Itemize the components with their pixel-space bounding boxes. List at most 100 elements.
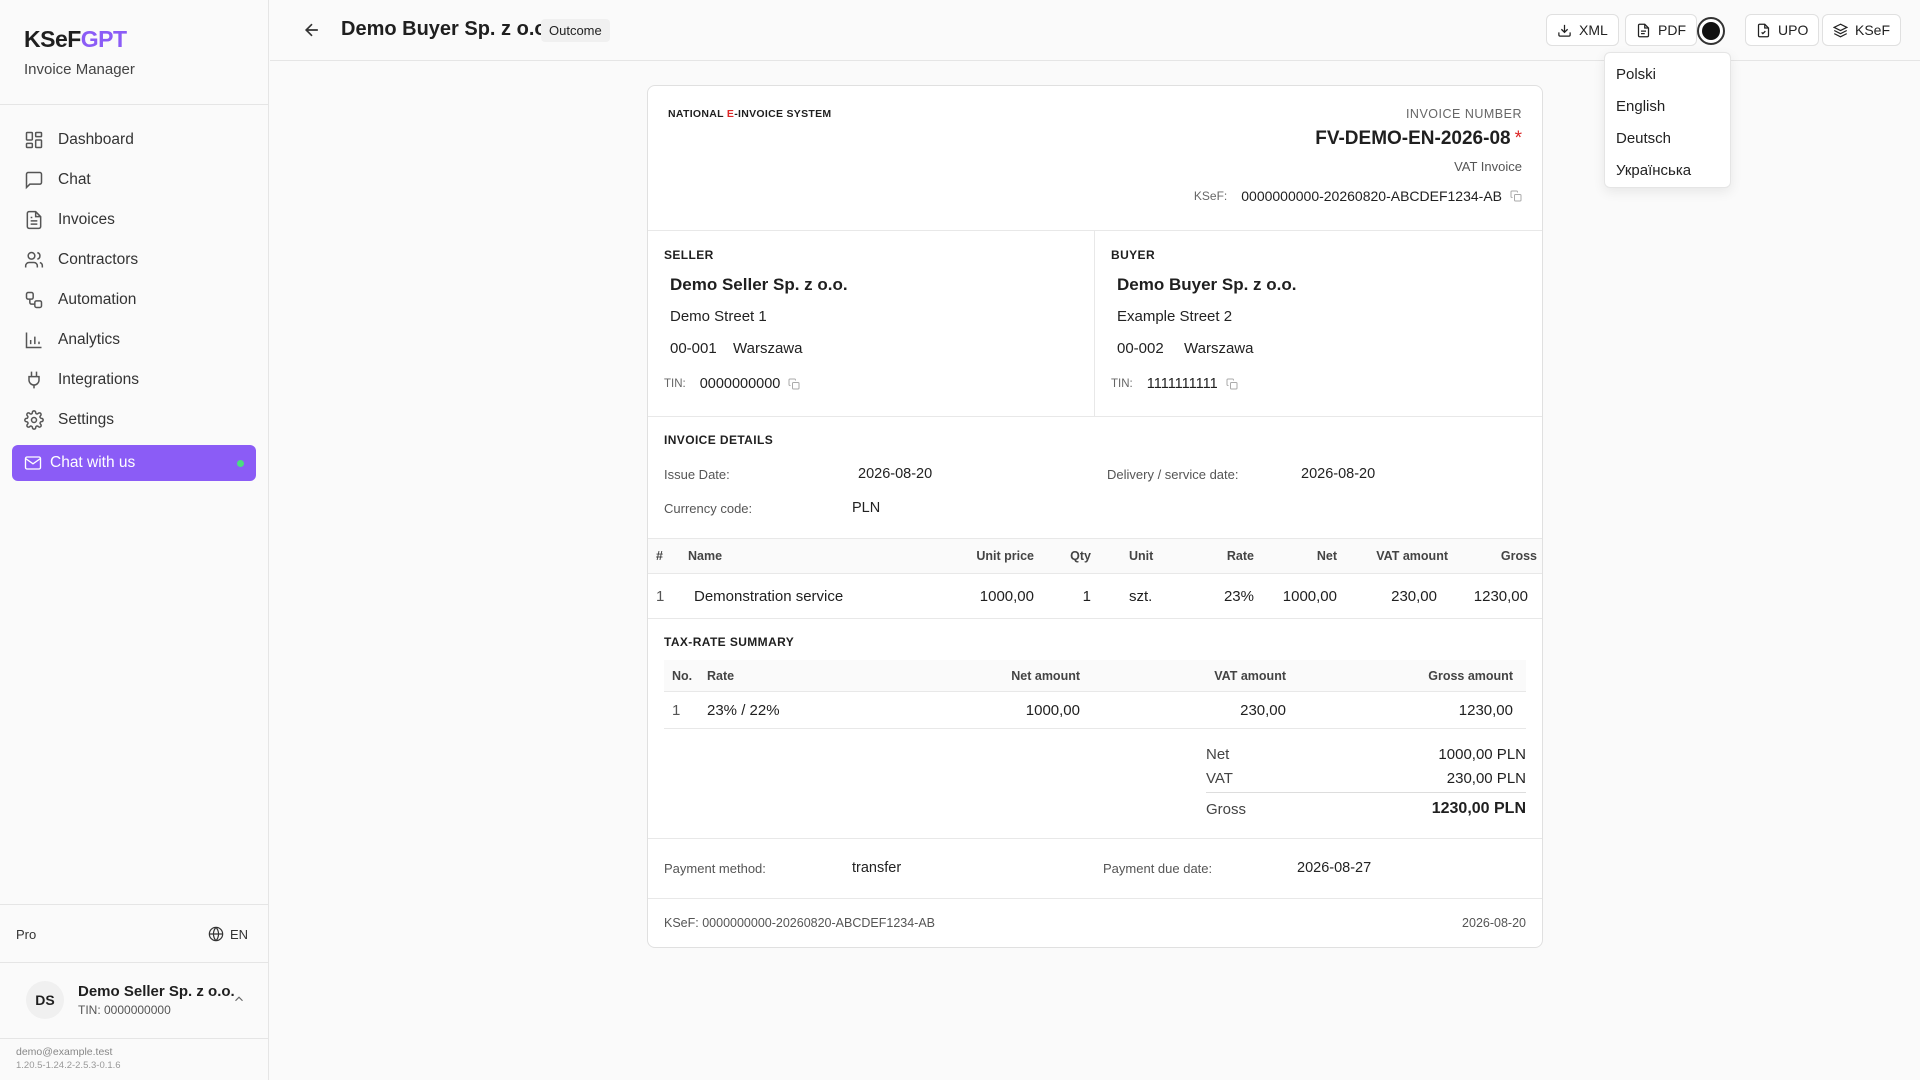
invoice-icon xyxy=(26,210,42,230)
payment-due-date: 2026-08-27 xyxy=(1297,860,1372,876)
pdf-label: PDF xyxy=(1658,22,1686,38)
ksef-label: KSeF xyxy=(1855,22,1891,38)
ksef-label: KSeF: xyxy=(1193,189,1228,203)
sidebar-item-label: Dashboard xyxy=(58,131,134,148)
system-header: NATIONAL E-INVOICE SYSTEM xyxy=(668,108,831,120)
sidebar-item-invoices[interactable]: Invoices xyxy=(12,200,256,240)
chevron-up-icon xyxy=(235,996,243,1002)
download-xml-button[interactable]: XML xyxy=(1546,14,1619,46)
sidebar-item-automation[interactable]: Automation xyxy=(12,280,256,320)
moon-icon xyxy=(1702,22,1720,40)
ksef-number: 0000000000-20260820-ABCDEF1234-AB xyxy=(1241,188,1502,204)
invoice-number-label: INVOICE NUMBER xyxy=(1405,107,1522,121)
user-name: Demo Seller Sp. z o.o. xyxy=(78,983,235,1000)
sidebar: KSeFGPT Invoice Manager Dashboard Chat I… xyxy=(0,0,269,1080)
invoice-type: VAT Invoice xyxy=(1454,159,1522,174)
col-header-rate: Rate xyxy=(1226,549,1254,563)
sidebar-item-label: Automation xyxy=(58,291,137,308)
user-account-menu[interactable]: DS Demo Seller Sp. z o.o. TIN: 000000000… xyxy=(12,974,256,1026)
buyer-city: Warszawa xyxy=(1184,340,1254,357)
status-badge: Outcome xyxy=(541,19,610,42)
buyer-street: Example Street 2 xyxy=(1117,308,1233,325)
file-check-icon xyxy=(1757,23,1770,37)
bar-chart-icon xyxy=(25,332,42,349)
language-option-ukrainian[interactable]: Українська xyxy=(1605,154,1730,186)
seller-city: Warszawa xyxy=(733,340,803,357)
plan-row: Pro EN xyxy=(16,922,248,946)
seller-street: Demo Street 1 xyxy=(670,308,767,325)
total-net-label: Net xyxy=(1206,746,1230,763)
item-vat: 230,00 xyxy=(1391,587,1437,605)
total-gross: 1230,00 PLN xyxy=(1431,800,1526,817)
col-header-net: Net xyxy=(1316,549,1337,563)
sidebar-nav: Dashboard Chat Invoices Contractors Auto… xyxy=(12,120,256,440)
item-no: 1 xyxy=(656,587,665,605)
language-option-english[interactable]: English xyxy=(1605,90,1730,122)
upo-button[interactable]: UPO xyxy=(1745,14,1820,46)
copy-icon[interactable] xyxy=(1226,378,1238,390)
sidebar-item-analytics[interactable]: Analytics xyxy=(12,320,256,360)
plan-label: Pro xyxy=(16,926,37,942)
summary-gross: 1230,00 xyxy=(1458,701,1513,719)
copy-icon[interactable] xyxy=(1510,190,1522,202)
ksef-button[interactable]: KSeF xyxy=(1822,14,1902,46)
item-unit-price: 1000,00 xyxy=(979,587,1034,605)
user-tin: TIN: 0000000000 xyxy=(78,1003,171,1017)
copy-icon[interactable] xyxy=(788,378,800,390)
gear-icon xyxy=(24,410,44,430)
invoice-card: NATIONAL E-INVOICE SYSTEM INVOICE NUMBER… xyxy=(647,85,1543,948)
total-vat: 230,00 PLN xyxy=(1446,770,1526,787)
item-rate: 23% xyxy=(1223,587,1254,605)
app-logo[interactable]: KSeFGPT xyxy=(24,26,135,53)
chat-with-us-label: Chat with us xyxy=(50,454,136,471)
back-arrow-icon[interactable] xyxy=(302,20,322,40)
chat-with-us-button[interactable]: Chat with us xyxy=(12,445,256,481)
item-gross: 1230,00 xyxy=(1473,587,1528,605)
ksef-number-row: KSeF: 0000000000-20260820-ABCDEF1234-AB xyxy=(1194,188,1522,204)
language-option-polski[interactable]: Polski xyxy=(1605,58,1730,90)
language-option-deutsch[interactable]: Deutsch xyxy=(1605,122,1730,154)
buyer-name: Demo Buyer Sp. z o.o. xyxy=(1117,275,1297,294)
total-vat-label: VAT xyxy=(1206,770,1233,787)
col-header-vat-amount: VAT amount xyxy=(1214,668,1286,683)
language-code: EN xyxy=(229,926,248,942)
download-icon xyxy=(1558,24,1571,37)
currency-label: Currency code: xyxy=(664,501,753,516)
chat-icon xyxy=(25,171,43,190)
summary-no: 1 xyxy=(672,701,681,719)
sidebar-divider xyxy=(0,904,268,905)
workflow-icon xyxy=(25,291,43,309)
user-email: demo@example.test xyxy=(16,1046,113,1058)
sidebar-item-contractors[interactable]: Contractors xyxy=(12,240,256,280)
sidebar-item-label: Integrations xyxy=(58,371,139,388)
sidebar-item-label: Chat xyxy=(58,171,91,188)
sidebar-item-settings[interactable]: Settings xyxy=(12,400,256,440)
divider xyxy=(648,838,1542,839)
divider xyxy=(648,230,1542,231)
table-row: 1 23% / 22% 1000,00 230,00 1230,00 xyxy=(664,692,1526,729)
mail-icon xyxy=(24,456,42,470)
seller-tin-row: TIN: 0000000000 xyxy=(664,376,800,392)
tin-label: TIN: xyxy=(664,378,686,390)
sidebar-item-chat[interactable]: Chat xyxy=(12,160,256,200)
brand: KSeFGPT Invoice Manager xyxy=(24,26,135,78)
theme-toggle-button[interactable] xyxy=(1697,17,1725,45)
sidebar-item-label: Invoices xyxy=(58,211,115,228)
language-switcher[interactable]: EN xyxy=(208,926,248,942)
brand-accent-text: GPT xyxy=(80,26,127,52)
item-qty: 1 xyxy=(1082,587,1091,605)
app-version: 1.20.5-1.24.2-2.5.3-0.1.6 xyxy=(16,1060,121,1071)
pdf-button[interactable]: PDF xyxy=(1625,14,1697,46)
sidebar-item-integrations[interactable]: Integrations xyxy=(12,360,256,400)
table-row: 1 Demonstration service 1000,00 1 szt. 2… xyxy=(648,574,1542,619)
seller-label: SELLER xyxy=(664,248,714,262)
payment-method-label: Payment method: xyxy=(664,861,766,876)
summary-vat: 230,00 xyxy=(1240,701,1286,719)
sidebar-item-dashboard[interactable]: Dashboard xyxy=(12,120,256,160)
item-net: 1000,00 xyxy=(1282,587,1337,605)
dashboard-icon xyxy=(25,131,43,149)
xml-label: XML xyxy=(1579,22,1608,38)
col-header-name: Name xyxy=(688,549,723,563)
system-header-text: NATIONAL xyxy=(668,108,727,120)
footer-date: 2026-08-20 xyxy=(1462,916,1526,930)
